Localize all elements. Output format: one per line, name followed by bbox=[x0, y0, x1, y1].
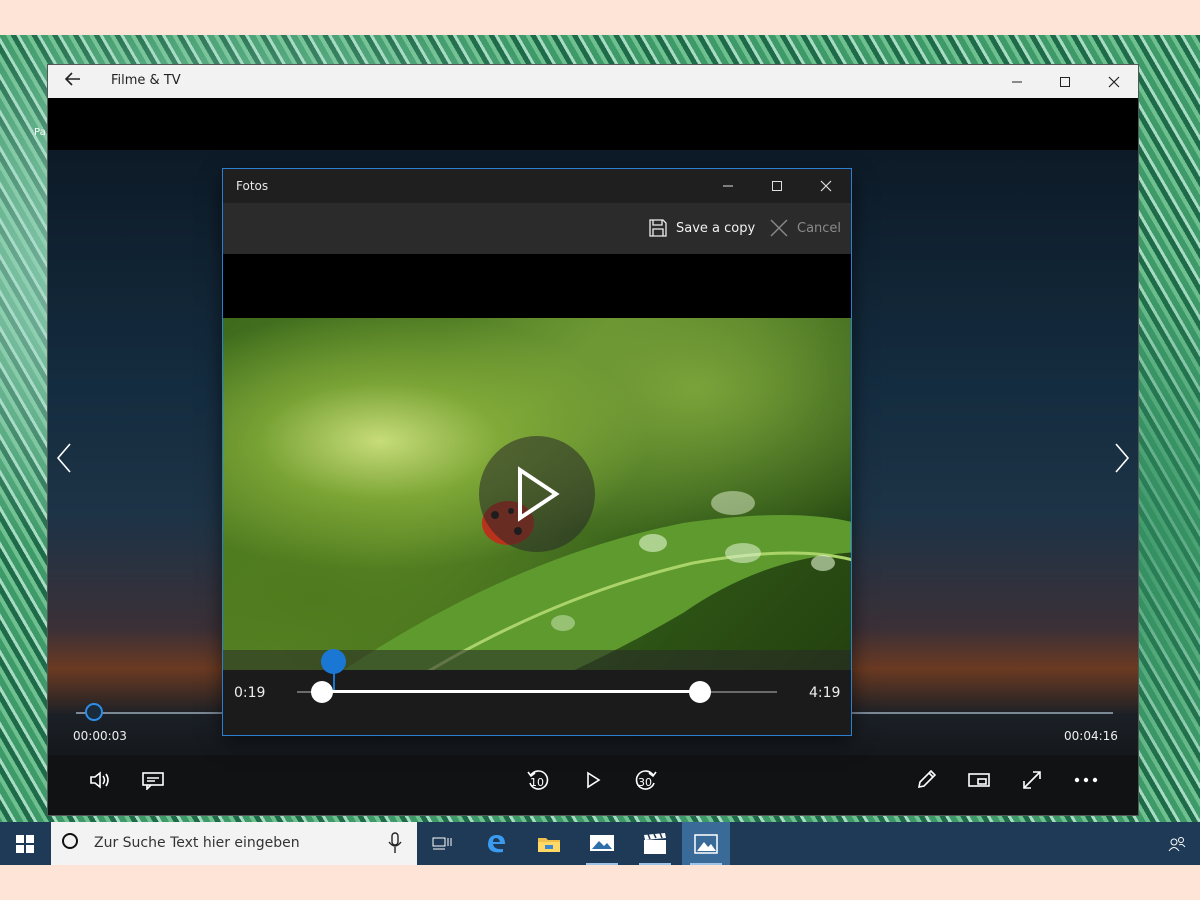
trim-start-handle[interactable] bbox=[311, 681, 333, 703]
minimize-icon bbox=[1012, 81, 1022, 82]
fotos-window: Fotos Save a copy Cancel 0:19 4:19 bbox=[223, 169, 851, 735]
taskbar: Zur Suche Text hier eingeben bbox=[0, 822, 1200, 865]
maximize-icon bbox=[772, 181, 782, 191]
seek-thumb[interactable] bbox=[85, 703, 103, 721]
playhead-handle[interactable] bbox=[321, 649, 346, 674]
search-placeholder: Zur Suche Text hier eingeben bbox=[94, 835, 300, 851]
task-view-icon[interactable] bbox=[418, 822, 466, 865]
cortana-icon[interactable] bbox=[62, 833, 78, 849]
more-options-icon[interactable] bbox=[1069, 763, 1103, 797]
trim-selected-range bbox=[322, 690, 700, 693]
maximize-button[interactable] bbox=[752, 169, 802, 203]
letterbox-top bbox=[223, 254, 851, 318]
play-overlay-button[interactable] bbox=[479, 436, 595, 552]
save-copy-button[interactable]: Save a copy bbox=[648, 216, 755, 240]
skip-forward-button[interactable]: 30 bbox=[629, 763, 663, 797]
mini-view-icon[interactable] bbox=[962, 763, 996, 797]
filme-titlebar: Filme & TV bbox=[48, 65, 1138, 98]
save-icon bbox=[649, 219, 667, 237]
close-button[interactable] bbox=[801, 169, 851, 203]
back-arrow-icon[interactable] bbox=[62, 71, 84, 91]
filme-tv-app-icon[interactable] bbox=[631, 822, 679, 865]
window-title: Filme & TV bbox=[111, 73, 181, 88]
elapsed-time: 00:00:03 bbox=[73, 729, 127, 743]
fotos-titlebar: Fotos bbox=[223, 169, 851, 203]
chevron-right-icon[interactable] bbox=[1112, 440, 1132, 476]
close-icon bbox=[820, 180, 832, 192]
file-explorer-icon[interactable] bbox=[525, 822, 573, 865]
running-indicator bbox=[586, 863, 618, 865]
edge-browser-icon[interactable] bbox=[472, 822, 520, 865]
subtitles-icon[interactable] bbox=[136, 763, 170, 797]
trim-end-time: 4:19 bbox=[809, 685, 841, 701]
maximize-button[interactable] bbox=[1041, 65, 1089, 98]
trim-start-time: 0:19 bbox=[234, 685, 266, 701]
maximize-icon bbox=[1060, 76, 1070, 87]
save-copy-label: Save a copy bbox=[676, 220, 756, 236]
frame-strip bbox=[223, 650, 851, 670]
video-preview[interactable] bbox=[223, 318, 851, 670]
skip-forward-label: 30 bbox=[638, 776, 652, 789]
search-box[interactable]: Zur Suche Text hier eingeben bbox=[51, 822, 417, 865]
trim-area: 0:19 4:19 bbox=[223, 649, 851, 735]
close-button[interactable] bbox=[1090, 65, 1138, 98]
minimize-icon bbox=[723, 185, 733, 187]
running-indicator bbox=[639, 863, 671, 865]
play-icon bbox=[587, 771, 601, 789]
edit-pencil-icon[interactable] bbox=[909, 763, 943, 797]
photos-editor-app-icon[interactable] bbox=[578, 822, 626, 865]
playback-controls: 10 30 bbox=[48, 755, 1138, 815]
cancel-label: Cancel bbox=[797, 220, 842, 236]
total-time: 00:04:16 bbox=[1064, 729, 1118, 743]
play-icon bbox=[518, 466, 560, 522]
close-icon bbox=[1108, 76, 1120, 87]
skip-back-label: 10 bbox=[530, 776, 544, 789]
recycle-bin-label: Pa bbox=[34, 127, 46, 138]
running-indicator bbox=[690, 863, 722, 865]
trim-end-handle[interactable] bbox=[689, 681, 711, 703]
microphone-icon[interactable] bbox=[388, 832, 402, 854]
fullscreen-icon[interactable] bbox=[1015, 763, 1049, 797]
start-button[interactable] bbox=[0, 822, 50, 865]
windows-logo-icon bbox=[16, 834, 34, 853]
people-icon[interactable] bbox=[1160, 822, 1194, 865]
skip-back-button[interactable]: 10 bbox=[521, 763, 555, 797]
cancel-x-icon bbox=[770, 219, 788, 237]
chevron-left-icon[interactable] bbox=[54, 440, 74, 476]
fotos-toolbar: Save a copy Cancel bbox=[223, 203, 851, 254]
cancel-button[interactable]: Cancel bbox=[770, 216, 841, 240]
fotos-app-icon[interactable] bbox=[682, 822, 730, 865]
window-title: Fotos bbox=[236, 179, 269, 193]
minimize-button[interactable] bbox=[993, 65, 1041, 98]
play-button[interactable] bbox=[576, 763, 610, 797]
volume-icon[interactable] bbox=[83, 763, 117, 797]
minimize-button[interactable] bbox=[703, 169, 753, 203]
